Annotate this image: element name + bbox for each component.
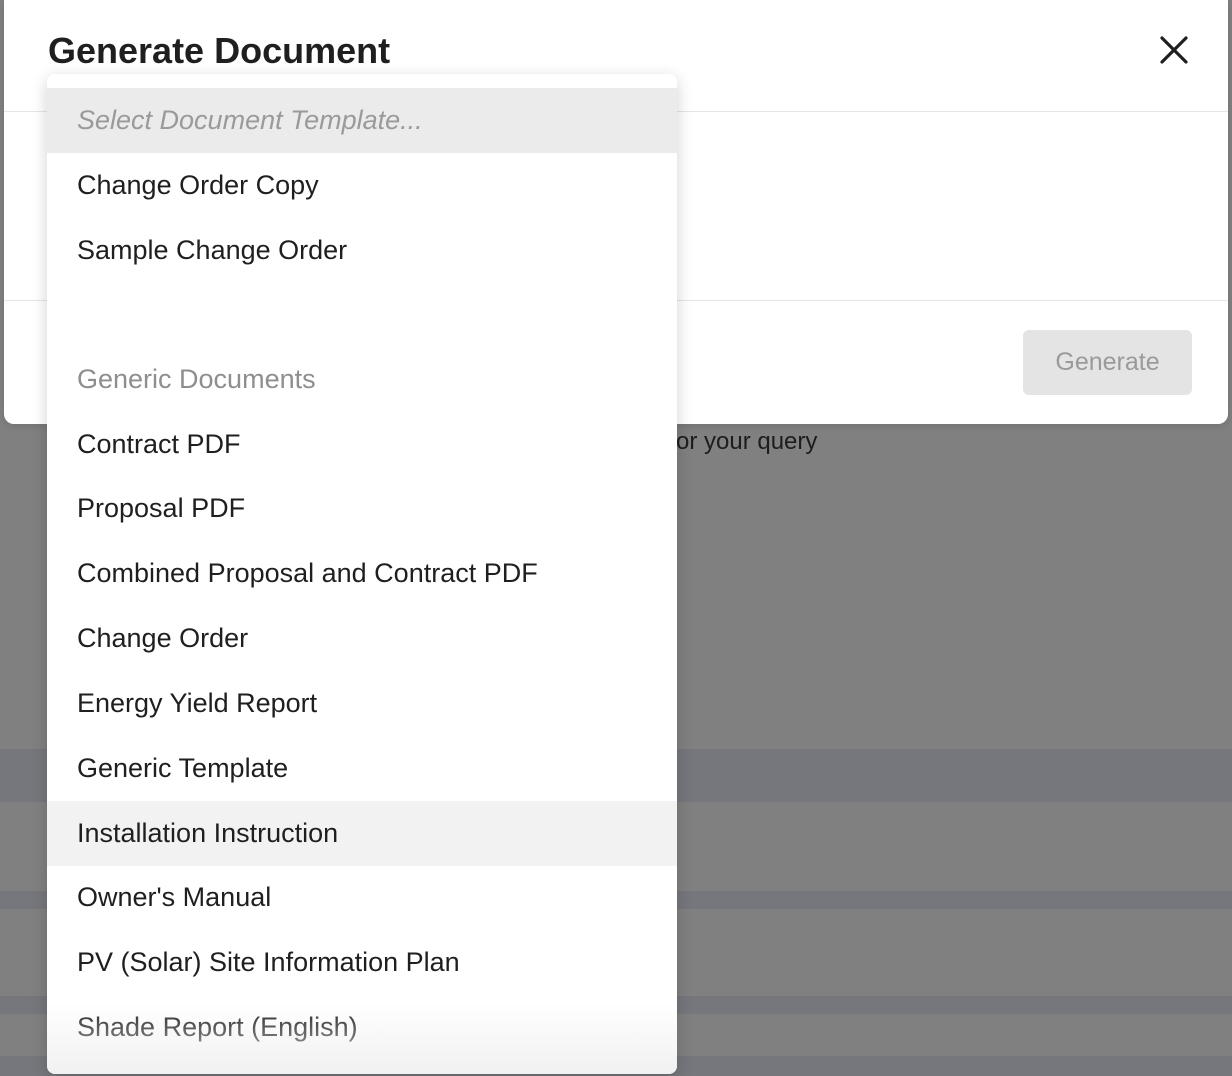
dropdown-group-label: Generic Documents — [77, 364, 316, 394]
dropdown-option-highlighted[interactable]: Installation Instruction — [47, 801, 677, 866]
dropdown-option[interactable]: Sample Change Order — [47, 218, 677, 283]
dropdown-option[interactable]: Energy Yield Report — [47, 671, 677, 736]
generate-button[interactable]: Generate — [1023, 330, 1192, 395]
dropdown-option[interactable]: Shade Report (English) — [47, 995, 677, 1060]
dropdown-option[interactable]: Change Order Copy — [47, 153, 677, 218]
dropdown-option[interactable]: Change Order — [47, 606, 677, 671]
dropdown-option[interactable]: Contract PDF — [47, 412, 677, 477]
close-button[interactable] — [1154, 30, 1194, 70]
dropdown-option[interactable]: Generic Template — [47, 736, 677, 801]
dropdown-option[interactable]: Owner's Manual — [47, 865, 677, 930]
dropdown-option[interactable]: Proposal PDF — [47, 476, 677, 541]
background-empty-message: or your query — [676, 428, 818, 455]
template-select-placeholder[interactable]: Select Document Template... — [47, 88, 677, 153]
close-icon — [1160, 36, 1188, 64]
modal-title: Generate Document — [48, 30, 391, 71]
dropdown-option[interactable]: Combined Proposal and Contract PDF — [47, 541, 677, 606]
template-dropdown-menu[interactable]: Select Document Template... Change Order… — [47, 74, 677, 1074]
dropdown-option[interactable]: PV (Solar) Site Information Plan — [47, 930, 677, 995]
